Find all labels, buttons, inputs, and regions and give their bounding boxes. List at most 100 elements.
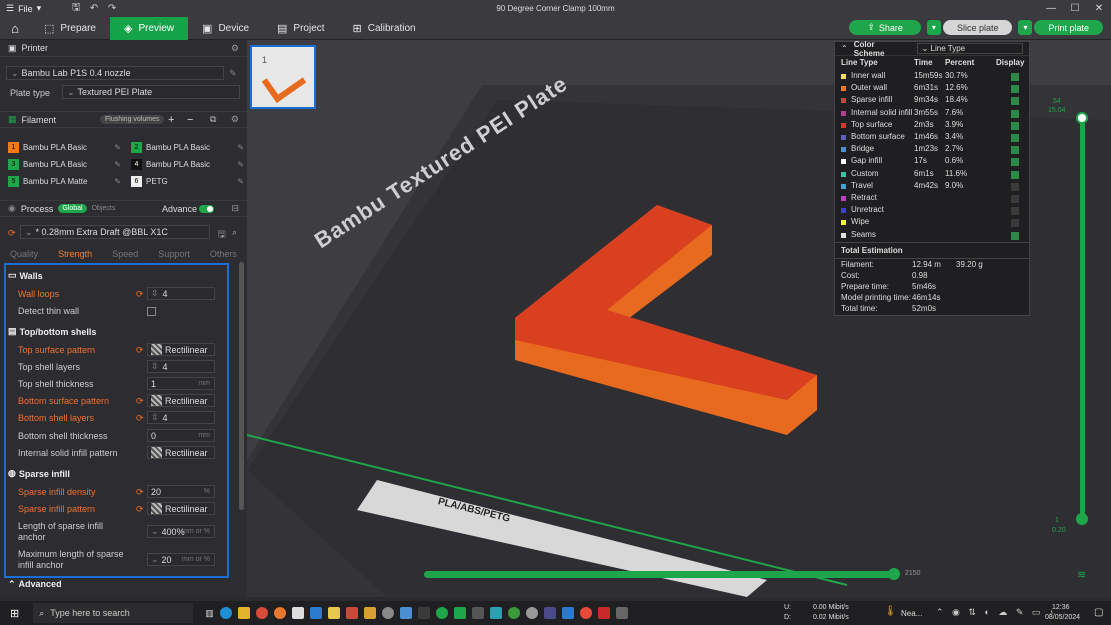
tab-project[interactable]: ▤ Project bbox=[263, 17, 339, 40]
app-icon[interactable] bbox=[615, 607, 628, 619]
firefox-icon[interactable] bbox=[273, 607, 286, 619]
filament-color-swatch[interactable]: 2 bbox=[131, 141, 142, 153]
wall-loops-input[interactable]: ⇳ 4 bbox=[147, 287, 215, 300]
filament-color-swatch[interactable]: 1 bbox=[8, 141, 19, 153]
app-icon[interactable] bbox=[597, 607, 610, 619]
top-pattern-select[interactable]: Rectilinear bbox=[147, 343, 215, 356]
tab-preview[interactable]: ◈ Preview bbox=[109, 16, 189, 40]
printer-edit-icon[interactable]: ✎ bbox=[229, 68, 237, 79]
plate-thumbnail[interactable]: 1 bbox=[250, 45, 316, 109]
share-button[interactable]: ⇪ Share bbox=[849, 20, 921, 35]
add-filament-icon[interactable]: + bbox=[168, 114, 174, 126]
gear-icon[interactable]: ⚙ bbox=[231, 114, 239, 125]
walls-group[interactable]: ▭ Walls bbox=[8, 270, 43, 281]
plate-type-select[interactable]: ⌄ Textured PEI Plate bbox=[62, 85, 240, 99]
tab-others[interactable]: Others bbox=[210, 249, 237, 259]
task-view-icon[interactable]: ▥ bbox=[205, 608, 214, 619]
reset-icon[interactable]: ⟳ bbox=[136, 396, 144, 407]
system-tray-icons[interactable]: ⌃ ◉ ⇅ ◐ ☁ ✎ ▭ ♪ bbox=[936, 607, 1056, 618]
sparse-pattern-select[interactable]: Rectilinear bbox=[147, 502, 215, 515]
remove-filament-icon[interactable]: − bbox=[187, 114, 193, 126]
slice-plate-button[interactable]: Slice plate bbox=[942, 20, 1013, 35]
close-icon[interactable]: ✕ bbox=[1087, 0, 1111, 17]
app-icon[interactable] bbox=[399, 607, 412, 619]
max-anchor-input[interactable]: ⌄ 20 mm or % bbox=[147, 553, 215, 566]
bottom-layers-input[interactable]: ⇳ 4 bbox=[147, 411, 215, 424]
minimize-icon[interactable]: — bbox=[1039, 0, 1063, 17]
folder-icon[interactable] bbox=[363, 607, 376, 619]
tab-support[interactable]: Support bbox=[158, 249, 190, 259]
speedometer-icon[interactable] bbox=[381, 607, 394, 619]
display-checkbox[interactable] bbox=[1011, 170, 1019, 179]
top-thickness-input[interactable]: 1 mm bbox=[147, 377, 215, 390]
printer-select[interactable]: ⌄ Bambu Lab P1S 0.4 nozzle bbox=[6, 66, 224, 80]
sparse-group[interactable]: ◍ Sparse infill bbox=[8, 468, 70, 479]
filament-item[interactable]: 5 Bambu PLA Matte ✎ bbox=[8, 174, 121, 188]
home-icon[interactable]: ⌂ bbox=[0, 17, 30, 40]
edit-icon[interactable]: ✎ bbox=[114, 177, 121, 186]
advance-switch[interactable] bbox=[199, 204, 214, 213]
edit-icon[interactable]: ✎ bbox=[237, 177, 244, 186]
tab-prepare[interactable]: ⬚ Prepare bbox=[30, 17, 110, 40]
filament-color-swatch[interactable]: 4 bbox=[131, 158, 142, 170]
app-icon[interactable] bbox=[345, 607, 358, 619]
reset-icon[interactable]: ⟳ bbox=[136, 487, 144, 498]
tab-quality[interactable]: Quality bbox=[10, 249, 38, 259]
layers-icon[interactable]: ≋ bbox=[1077, 568, 1086, 581]
tab-device[interactable]: ▣ Device bbox=[188, 17, 263, 40]
objects-toggle[interactable]: Objects bbox=[92, 205, 116, 212]
save-preset-icon[interactable]: 🖫 bbox=[218, 227, 226, 243]
layer-slider-bottom-handle[interactable] bbox=[1076, 513, 1088, 525]
tab-strength[interactable]: Strength bbox=[58, 249, 92, 259]
sync-icon[interactable]: ⧉ bbox=[210, 114, 216, 125]
display-checkbox[interactable] bbox=[1011, 182, 1019, 191]
upwork-icon[interactable] bbox=[435, 607, 448, 619]
flushing-volumes-button[interactable]: Flushing volumes bbox=[100, 115, 165, 124]
display-checkbox[interactable] bbox=[1011, 207, 1019, 216]
clock-time[interactable]: 12:36 bbox=[1052, 604, 1070, 611]
display-checkbox[interactable] bbox=[1011, 97, 1019, 106]
app-icon[interactable] bbox=[417, 607, 430, 619]
bambu-studio-icon[interactable] bbox=[453, 607, 466, 619]
app-icon[interactable] bbox=[525, 607, 538, 619]
app-icon[interactable] bbox=[561, 607, 574, 619]
print-plate-button[interactable]: Print plate bbox=[1034, 20, 1103, 35]
reset-icon[interactable]: ⟳ bbox=[136, 289, 144, 300]
density-input[interactable]: 20% bbox=[147, 485, 215, 498]
filament-item[interactable]: 2 Bambu PLA Basic ✎ bbox=[131, 140, 244, 154]
tab-calibration[interactable]: ⊞ Calibration bbox=[339, 17, 430, 40]
move-slider-track[interactable] bbox=[424, 571, 894, 578]
typora-icon[interactable] bbox=[471, 607, 484, 619]
edit-icon[interactable]: ✎ bbox=[237, 160, 244, 169]
filament-color-swatch[interactable]: 5 bbox=[8, 175, 19, 187]
display-checkbox[interactable] bbox=[1011, 219, 1019, 228]
internal-pattern-select[interactable]: Rectilinear bbox=[147, 446, 215, 459]
filament-color-swatch[interactable]: 6 bbox=[131, 175, 142, 187]
scheme-select[interactable]: ⌄ Line Type bbox=[916, 43, 1023, 54]
filament-color-swatch[interactable]: 3 bbox=[8, 158, 19, 170]
display-checkbox[interactable] bbox=[1011, 146, 1019, 155]
notes-icon[interactable] bbox=[327, 607, 340, 619]
weather-text[interactable]: Nea... bbox=[901, 609, 922, 618]
edit-icon[interactable]: ✎ bbox=[114, 143, 121, 152]
bottom-thickness-input[interactable]: 0 mm bbox=[147, 429, 215, 442]
reset-icon[interactable]: ⟳ bbox=[8, 228, 16, 239]
file-menu[interactable]: ☰ File ▾ bbox=[0, 3, 47, 14]
store-icon[interactable] bbox=[291, 607, 304, 619]
slice-dropdown[interactable]: ▾ bbox=[926, 20, 941, 35]
display-checkbox[interactable] bbox=[1011, 134, 1019, 142]
filament-item[interactable]: 1 Bambu PLA Basic ✎ bbox=[8, 140, 121, 154]
display-checkbox[interactable] bbox=[1011, 85, 1019, 94]
mail-icon[interactable] bbox=[309, 607, 322, 619]
maximize-icon[interactable]: ☐ bbox=[1063, 0, 1087, 17]
redo-icon[interactable]: ↷ bbox=[103, 2, 121, 16]
save-icon[interactable]: 🖫 bbox=[67, 2, 85, 16]
reset-icon[interactable]: ⟳ bbox=[136, 413, 144, 424]
detect-thin-checkbox[interactable] bbox=[147, 307, 156, 316]
compare-icon[interactable]: ⊟ bbox=[231, 203, 239, 214]
xbox-icon[interactable] bbox=[507, 607, 520, 619]
display-checkbox[interactable] bbox=[1011, 109, 1019, 118]
file-explorer-icon[interactable] bbox=[237, 607, 250, 619]
search-icon[interactable]: ⌕ bbox=[232, 227, 237, 238]
global-toggle[interactable]: Global bbox=[58, 204, 87, 213]
